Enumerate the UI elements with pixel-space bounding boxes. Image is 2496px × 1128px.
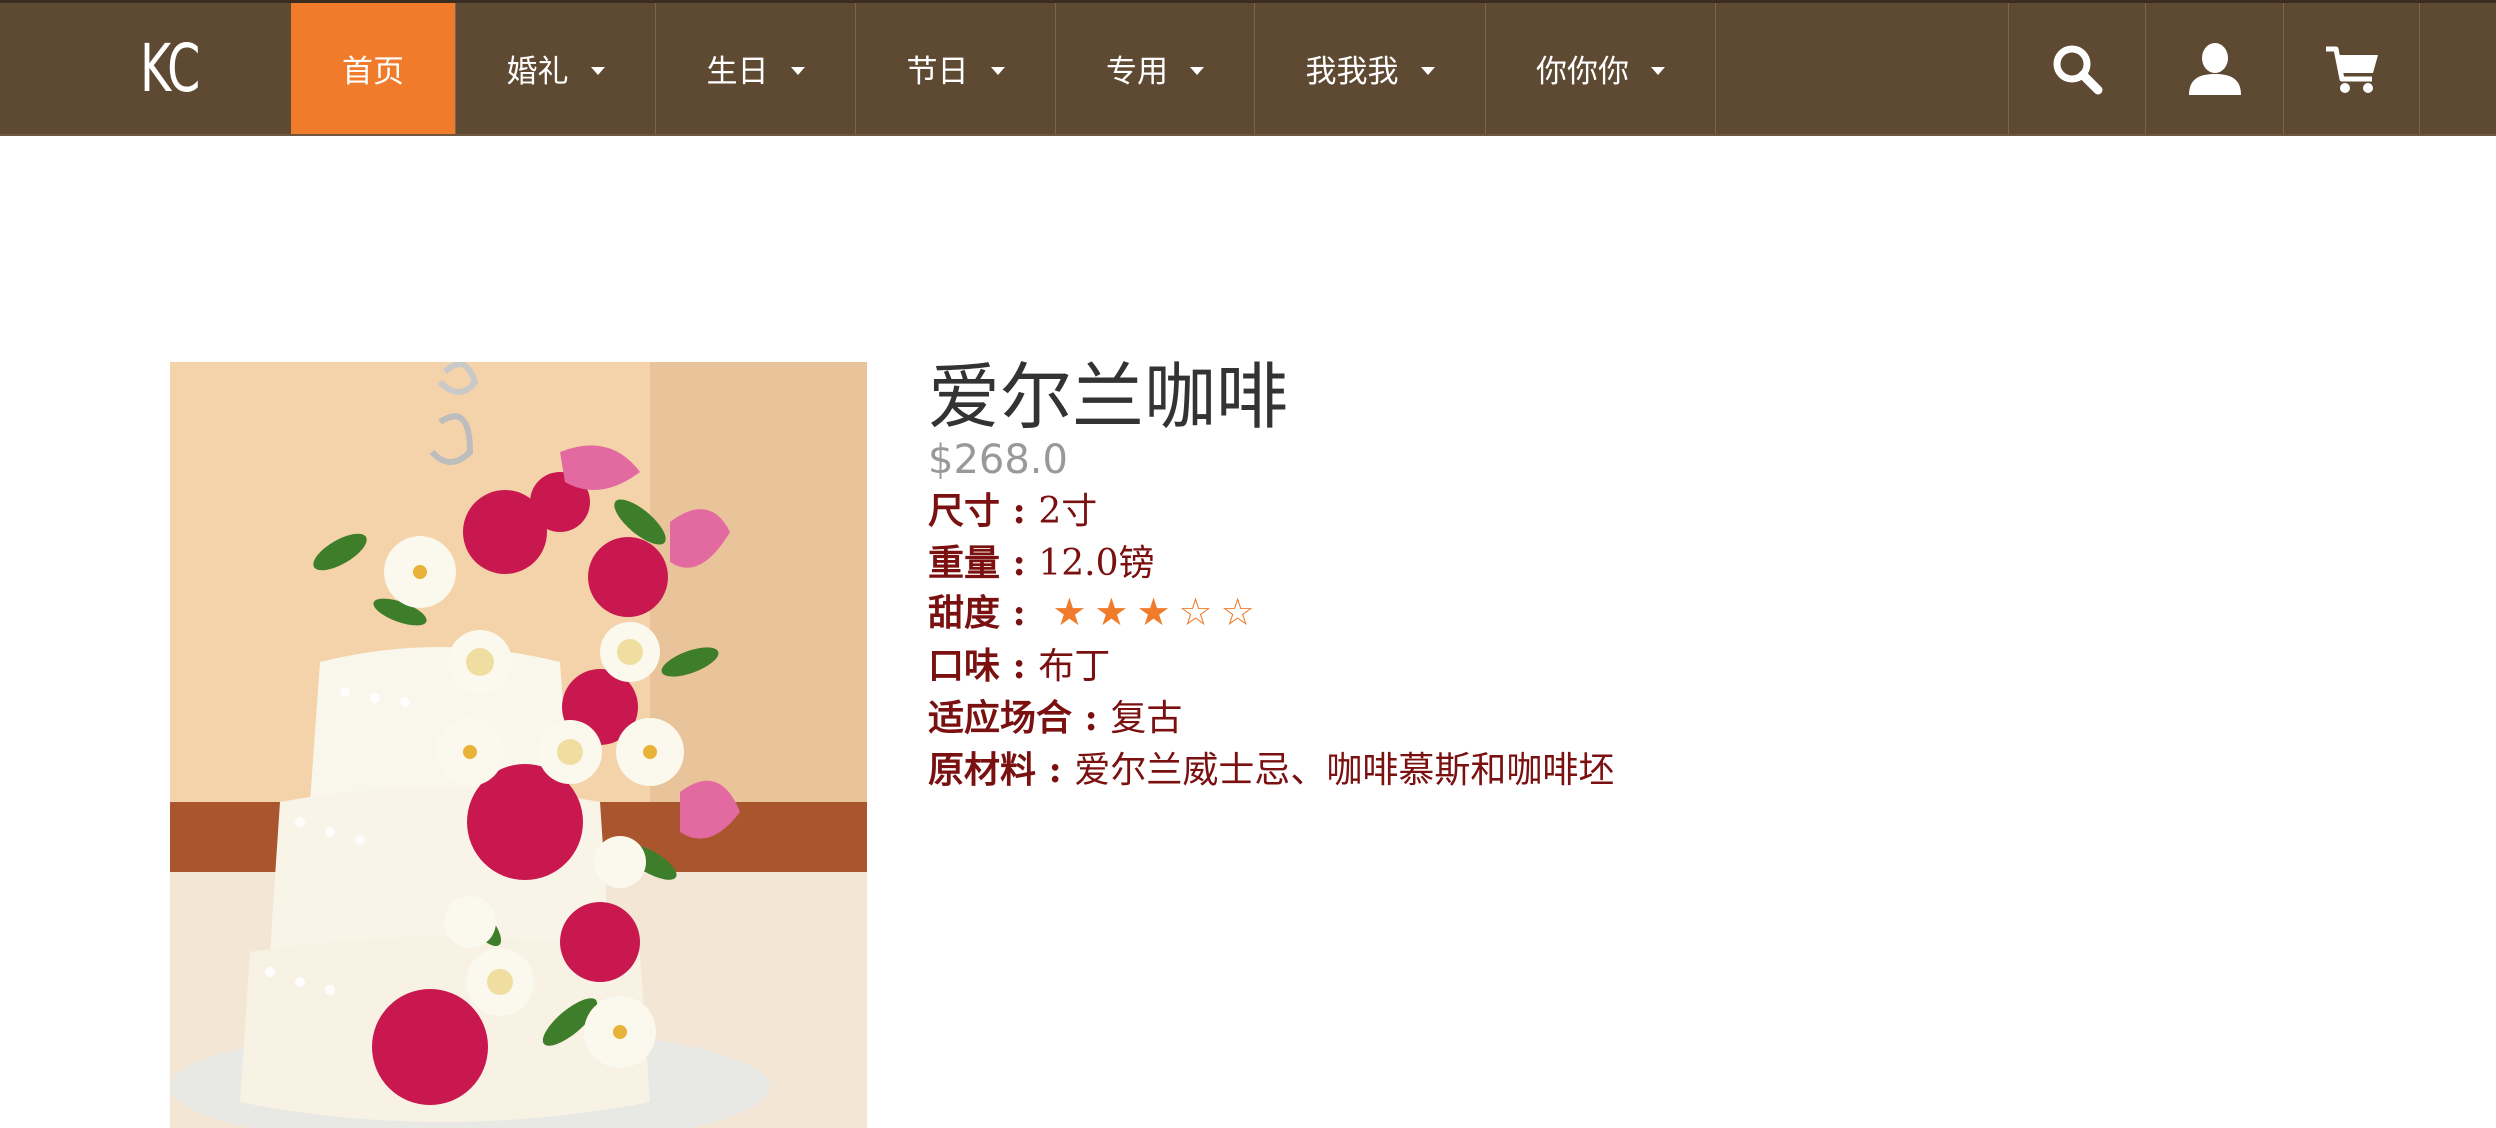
nav-item-nininini[interactable]: 你你你: [1485, 3, 1716, 134]
chevron-down-icon: [1190, 66, 1204, 75]
nav-item-label: 你你你: [1536, 54, 1629, 90]
occasion-value: 复古: [1110, 698, 1183, 739]
product-title: 爱尔兰咖啡: [928, 355, 1289, 439]
size-label: 尺寸 :: [928, 490, 1039, 532]
search-button[interactable]: [2008, 3, 2145, 134]
size-value: 2寸: [1038, 491, 1098, 532]
chevron-down-icon: [590, 66, 605, 75]
product-weight: 重量 : 12.0镑: [928, 540, 1155, 587]
site-logo[interactable]: KC: [140, 3, 205, 134]
product-flavor: 口味 : 布丁: [928, 643, 1110, 690]
account-button[interactable]: [2145, 3, 2283, 134]
cart-icon: [2325, 46, 2378, 93]
nav-item-label: 首页: [342, 54, 404, 90]
product-price: $268.0: [928, 437, 1068, 483]
nav-item-label: 专用: [1106, 54, 1168, 90]
top-navbar: KC 首页 婚礼 生日 节日 专用 我我我 你你你: [0, 0, 2496, 136]
nav-item-special[interactable]: 专用: [1055, 3, 1254, 134]
product-image: [170, 362, 867, 1128]
nav-item-label: 节日: [906, 54, 969, 90]
chevron-down-icon: [1420, 66, 1435, 75]
sweetness-label: 甜度 :: [928, 592, 1039, 634]
ingredients-label: 原材料 :: [928, 749, 1075, 791]
flavor-value: 布丁: [1038, 646, 1111, 687]
nav-item-birthday[interactable]: 生日: [655, 3, 855, 134]
product-sweetness: 甜度 : ★★★☆☆: [928, 589, 1263, 637]
nav-item-home[interactable]: 首页: [291, 3, 455, 134]
weight-value: 12.0镑: [1038, 543, 1155, 584]
occasion-label: 适应场合 :: [928, 697, 1111, 739]
chevron-down-icon: [990, 66, 1005, 75]
flavor-label: 口味 :: [928, 645, 1039, 687]
chevron-down-icon: [790, 66, 805, 75]
ingredients-value: 爱尔兰威士忌、咖啡慕斯和咖啡坯: [1074, 750, 1615, 791]
nav-item-wowowo[interactable]: 我我我: [1254, 3, 1485, 134]
nav-item-label: 婚礼: [506, 54, 569, 90]
product-occasion: 适应场合 : 复古: [928, 695, 1182, 742]
user-icon: [2188, 42, 2241, 95]
nav-item-holiday[interactable]: 节日: [855, 3, 1055, 134]
nav-item-label: 生日: [706, 54, 769, 90]
product-size: 尺寸 : 2寸: [928, 488, 1097, 535]
nav-item-wedding[interactable]: 婚礼: [455, 3, 655, 134]
chevron-down-icon: [1651, 66, 1665, 75]
sweetness-star-rating: ★★★☆☆: [1052, 590, 1263, 634]
search-icon: [2053, 45, 2103, 94]
nav-item-label: 我我我: [1305, 54, 1399, 90]
cart-button[interactable]: [2283, 3, 2420, 134]
product-ingredients: 原材料 : 爱尔兰威士忌、咖啡慕斯和咖啡坯: [928, 747, 1614, 794]
weight-label: 重量 :: [928, 542, 1039, 584]
